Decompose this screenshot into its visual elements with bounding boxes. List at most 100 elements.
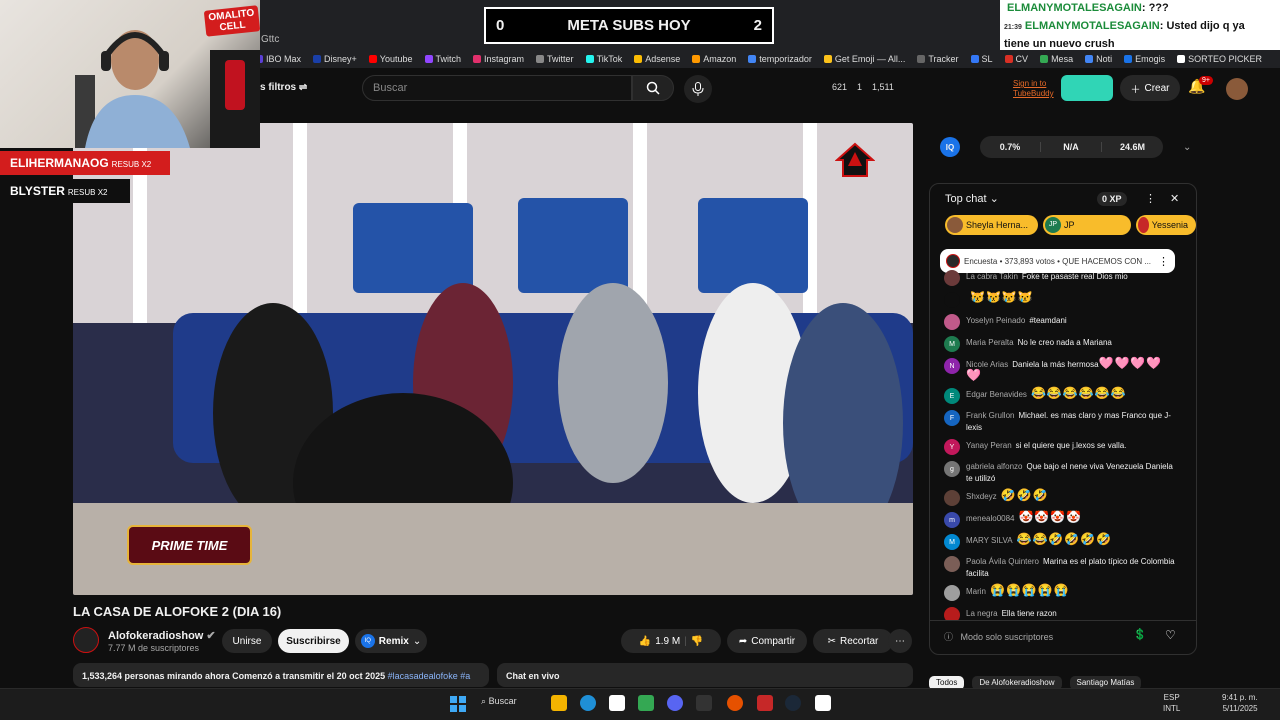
bookmark-item[interactable]: Tracker — [917, 54, 959, 64]
chat-author[interactable]: Yoselyn Peinado — [966, 316, 1025, 325]
chat-message[interactable]: La cabra Takin Foke te pasaste real Dios … — [944, 270, 1176, 286]
app-icon[interactable] — [815, 695, 831, 711]
epic-games-icon[interactable] — [696, 695, 712, 711]
chat-message[interactable]: M Maria Peralta No le creo nada a Mariana — [944, 336, 1176, 352]
bookmark-item[interactable]: Youtube — [368, 54, 413, 64]
pinned-donor-chip[interactable]: Yessenia — [1136, 215, 1196, 235]
bookmark-item[interactable]: Disney+ — [313, 54, 357, 64]
search-button[interactable] — [632, 75, 674, 101]
app-icon[interactable] — [757, 695, 773, 711]
subscriber-count: 7.77 M de suscriptores — [108, 643, 200, 653]
chat-message[interactable]: 😿😿😿😿 — [944, 291, 1176, 308]
chat-author[interactable]: La cabra Takin — [966, 272, 1018, 281]
app-icon[interactable] — [727, 695, 743, 711]
like-dislike-group[interactable]: 👍 1.9 M | 👎 — [621, 629, 721, 653]
info-icon: ⓘ — [944, 632, 954, 642]
chat-message[interactable]: g gabriela alfonzo Que bajo el nene viva V… — [944, 461, 1176, 484]
chat-message[interactable]: Marin 😭😭😭😭😭 — [944, 584, 1176, 601]
bookmark-item[interactable]: Adsense — [634, 54, 680, 64]
remix-button[interactable]: IQ Remix ⌄ — [355, 629, 427, 653]
account-avatar[interactable] — [1226, 78, 1248, 100]
channel-avatar[interactable] — [73, 627, 99, 653]
more-actions-button[interactable]: ⋯ — [888, 629, 912, 653]
chat-message[interactable]: E Edgar Benavides 😂😂😂😂😂😂 — [944, 387, 1176, 404]
chat-message[interactable]: Y Yanay Peran si el quiere que j.lexos se … — [944, 439, 1176, 455]
app-icon[interactable] — [609, 695, 625, 711]
bookmark-item[interactable]: CV — [1004, 54, 1028, 64]
super-chat-icon[interactable]: 💲 — [1133, 628, 1147, 641]
chat-message[interactable]: Shxdeyz 🤣🤣🤣 — [944, 489, 1176, 506]
live-chat-toggle[interactable]: Chat en vivo — [497, 663, 913, 687]
steam-icon[interactable] — [785, 695, 801, 711]
chat-mode-selector[interactable]: Top chat ⌄ — [945, 192, 999, 205]
meta-goal: 2 — [753, 17, 762, 34]
chat-message[interactable]: Yoselyn Peinado #teamdani — [944, 314, 1176, 330]
chevron-down-icon: ⌄ — [412, 635, 422, 647]
chat-author[interactable]: Marin — [966, 587, 986, 596]
like-icon[interactable]: 👍 — [639, 636, 651, 647]
bookmark-item[interactable]: SORTEO PICKER — [1177, 54, 1262, 64]
description-box[interactable]: 1,533,264 personas mirando ahora Comenzó… — [73, 663, 489, 687]
bookmark-item[interactable]: SL — [970, 54, 993, 64]
chat-message[interactable]: N Nicole Arias Daniela la más hermosa🩷🩷🩷🩷🩷 — [944, 357, 1176, 382]
chat-message[interactable]: La negra Ella tiene razon — [944, 607, 1176, 620]
bookmark-item[interactable]: Get Emoji — All... — [823, 54, 905, 64]
discord-icon[interactable] — [667, 695, 683, 711]
language-indicator[interactable]: ESP INTL — [1163, 692, 1180, 714]
chat-author[interactable]: Maria Peralta — [966, 338, 1014, 347]
share-button[interactable]: ➦ Compartir — [727, 629, 807, 653]
chat-author[interactable]: Paola Ávila Quintero — [966, 557, 1039, 566]
chat-message[interactable]: m menealo0084 🤡🤡🤡🤡 — [944, 511, 1176, 528]
chevron-down-icon[interactable]: ⌄ — [1183, 142, 1191, 153]
taskbar-search[interactable]: ⌕ Buscar — [481, 696, 517, 707]
heart-icon[interactable]: ♡ — [1165, 628, 1176, 642]
clip-button[interactable]: ✂ Recortar — [813, 629, 893, 653]
meta-current: 0 — [496, 17, 505, 34]
chat-message[interactable]: M MARY SILVA 😂😂🤣🤣🤣🤣 — [944, 533, 1176, 550]
chat-author[interactable]: gabriela alfonzo — [966, 462, 1022, 471]
join-button[interactable]: Unirse — [222, 629, 272, 653]
search-input[interactable]: Buscar — [362, 75, 632, 101]
bookmark-item[interactable]: Twitter — [536, 54, 574, 64]
overlay-chat-line: 21:39 ELMANYMOTALESAGAIN: Usted dijo q ya — [1004, 20, 1245, 32]
system-clock[interactable]: 9:41 p. m. 5/11/2025 — [1222, 692, 1258, 714]
bookmark-item[interactable]: temporizador — [748, 54, 812, 64]
bookmark-icon — [368, 55, 377, 63]
chat-author[interactable]: MARY SILVA — [966, 536, 1013, 545]
bookmark-item[interactable]: IBO Max — [255, 54, 301, 64]
bookmark-item[interactable]: Amazon — [692, 54, 736, 64]
create-button[interactable]: ＋ Crear — [1120, 75, 1180, 101]
bookmark-item[interactable]: Twitch — [424, 54, 461, 64]
file-explorer-icon[interactable] — [551, 695, 567, 711]
more-options-icon[interactable]: ⋮ — [1158, 255, 1169, 268]
chat-author[interactable]: menealo0084 — [966, 514, 1014, 523]
chat-author[interactable]: La negra — [966, 609, 998, 618]
chat-message[interactable]: Paola Ávila Quintero Marina es el plato t… — [944, 556, 1176, 579]
tubebuddy-sign-in-link[interactable]: Sign in to TubeBuddy — [1013, 79, 1054, 99]
windows-start-icon[interactable] — [450, 696, 466, 712]
chat-message[interactable]: F Frank Grullon Michael. es mas claro y ma… — [944, 410, 1176, 433]
channel-name[interactable]: Alofokeradioshow ✔ — [108, 629, 216, 642]
chat-author[interactable]: Yanay Peran — [966, 441, 1012, 450]
app-icon[interactable] — [638, 695, 654, 711]
tubebuddy-menu-button[interactable] — [1061, 75, 1113, 101]
subscribe-button[interactable]: Suscribirse — [278, 629, 349, 653]
bookmark-item[interactable]: Emogis — [1124, 54, 1165, 64]
more-options-icon[interactable]: ⋮ — [1145, 192, 1156, 205]
bookmark-item[interactable]: Noti — [1085, 54, 1112, 64]
pinned-donor-chip[interactable]: JP JP — [1043, 215, 1131, 235]
chat-author[interactable]: Frank Grullon — [966, 411, 1014, 420]
chat-author[interactable]: Shxdeyz — [966, 492, 997, 501]
bookmark-item[interactable]: TikTok — [585, 54, 622, 64]
dislike-icon[interactable]: 👎 — [691, 636, 703, 647]
pinned-donor-chip[interactable]: Sheyla Herna... — [945, 215, 1038, 235]
chat-author[interactable]: Edgar Benavides — [966, 390, 1027, 399]
chat-input[interactable]: ⓘ Modo solo suscriptores — [944, 630, 1053, 643]
bookmark-item[interactable]: Mesa — [1040, 54, 1073, 64]
voice-search-button[interactable] — [684, 75, 712, 103]
close-icon[interactable]: ✕ — [1170, 192, 1179, 205]
bookmark-item[interactable]: Instagram — [473, 54, 524, 64]
edge-icon[interactable] — [580, 695, 596, 711]
filters-button[interactable]: s filtros ⇌ — [260, 82, 307, 93]
meta-title: META SUBS HOY — [567, 17, 691, 34]
